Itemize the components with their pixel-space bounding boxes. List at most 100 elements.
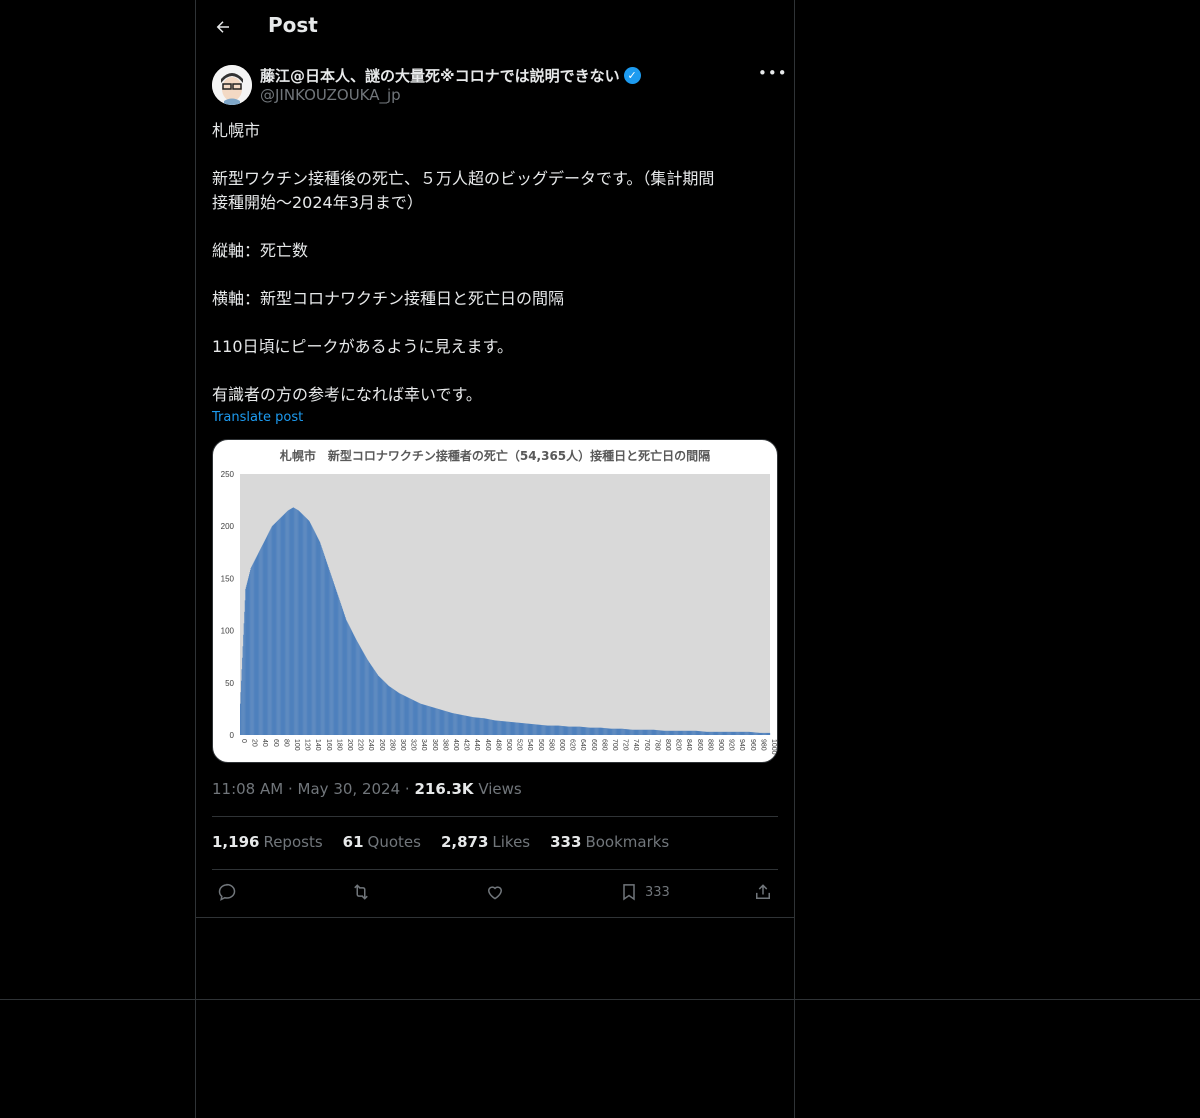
meta-divider [212,816,778,817]
x-tick-label: 340 [420,739,427,751]
more-options-icon[interactable]: ••• [758,64,788,82]
post-date[interactable]: May 30, 2024 [298,780,401,798]
x-tick-label: 500 [505,739,512,751]
views-label: Views [478,780,522,798]
x-tick-label: 140 [314,739,321,751]
stat-count: 2,873 [440,833,489,851]
post-bottom-divider [196,917,794,918]
x-tick-label: 960 [749,739,756,751]
bookmark-icon [623,884,635,901]
stat-label: Quotes [367,833,421,851]
x-tick-label: 840 [685,739,692,751]
x-tick-label: 160 [325,739,332,751]
meta-separator: · [404,780,410,798]
x-tick-label: 980 [759,739,766,751]
page-title: Post [268,13,318,37]
chart-image[interactable]: 0 50 100 150 200 250 0 20 40 60 80 100 120 140 160 180 2… [212,439,778,763]
page-divider [0,999,1200,1000]
like-icon[interactable] [485,882,505,902]
x-tick-label: 60 [272,739,279,747]
x-tick-label: 460 [484,739,491,751]
x-tick-label: 800 [664,739,671,751]
y-tick-label: 150 [221,574,235,583]
y-tick-label: 0 [230,731,235,740]
x-tick-label: 220 [357,739,364,751]
author-name[interactable]: 藤江@日本人、謎の大量死※コロナでは説明できない [260,65,620,86]
x-tick-label: 280 [388,739,395,751]
stat-count: 333 [550,833,582,851]
x-tick-label: 240 [367,739,374,751]
avatar[interactable] [212,65,252,105]
stat-label: Likes [492,833,531,851]
reply-icon[interactable] [217,882,237,902]
x-tick-label: 200 [346,739,353,751]
x-tick-label: 40 [261,739,268,747]
x-tick-label: 0 [240,739,247,743]
x-tick-label: 440 [473,739,480,751]
x-tick-label: 320 [410,739,417,751]
stat-label: Reposts [263,833,323,851]
x-tick-label: 760 [643,739,650,751]
tweet-text: 札幌市 新型ワクチン接種後の死亡、５万人超のビッグデータです。（集計期間 接種開… [212,119,778,407]
post-meta: 11:08 AM · May 30, 2024 · 216.3K Views [212,780,522,798]
bookmarks-stat[interactable]: 333 Bookmarks [550,833,669,851]
translate-post-link[interactable]: Translate post [212,410,303,425]
likes-stat[interactable]: 2,873 Likes [441,833,530,851]
stat-count: 1,196 [212,833,260,851]
reposts-stat[interactable]: 1,196 Reposts [212,833,323,851]
tweet-paragraph: 110日頃にピークがあるように見えます。 [212,337,513,356]
x-tick-label: 300 [399,739,406,751]
histogram-bar [769,732,771,735]
author-handle[interactable]: @JINKOUZOUKA_jp [260,86,401,104]
x-tick-label: 400 [452,739,459,751]
x-tick-label: 780 [653,739,660,751]
x-tick-label: 80 [282,739,289,747]
x-tick-label: 660 [590,739,597,751]
arrow-left-icon[interactable] [210,14,236,40]
chart-title: 札幌市 新型コロナワクチン接種者の死亡（54,365人）接種日と死亡日の間隔 [279,449,711,463]
author-name-row[interactable]: 藤江@日本人、謎の大量死※コロナでは説明できない ✓ [260,65,641,86]
right-column-border [794,0,795,1118]
tweet-paragraph: 新型ワクチン接種後の死亡、５万人超のビッグデータです。（集計期間 接種開始〜20… [212,169,715,212]
action-bar: 333 [212,880,778,908]
x-tick-label: 580 [547,739,554,751]
x-tick-label: 560 [537,739,544,751]
quotes-stat[interactable]: 61 Quotes [343,833,421,851]
y-tick-label: 50 [225,679,234,688]
x-tick-label: 900 [717,739,724,751]
meta-separator: · [287,780,293,798]
x-tick-label: 940 [738,739,745,751]
x-tick-label: 480 [494,739,501,751]
stat-count: 61 [342,833,364,851]
stat-label: Bookmarks [585,833,670,851]
x-tick-label: 100 [293,739,300,751]
views-count: 216.3K [414,780,474,798]
x-tick-label: 860 [696,739,703,751]
x-tick-label: 520 [516,739,523,751]
x-tick-label: 680 [600,739,607,751]
tweet-paragraph: 札幌市 [212,121,261,140]
bookmark-count: 333 [645,884,670,900]
bookmark-button[interactable]: 333 [619,882,670,902]
verified-badge-icon[interactable]: ✓ [623,67,641,84]
y-tick-label: 100 [221,627,235,636]
stats-divider [212,869,778,870]
post-header: Post [196,0,794,54]
share-icon[interactable] [753,882,773,902]
x-tick-label: 880 [706,739,713,751]
x-tick-label: 120 [304,739,311,751]
x-tick-label: 720 [622,739,629,751]
x-tick-label: 1000 [770,739,777,755]
x-tick-label: 700 [611,739,618,751]
x-tick-label: 920 [728,739,735,751]
x-tick-label: 180 [335,739,342,751]
left-column-border [195,0,196,1118]
x-tick-label: 420 [463,739,470,751]
histogram-chart: 0 50 100 150 200 250 0 20 40 60 80 100 120 140 160 180 2… [221,470,777,755]
y-tick-label: 250 [221,470,235,479]
x-tick-label: 380 [441,739,448,751]
x-tick-label: 540 [526,739,533,751]
tweet-paragraph: 横軸：新型コロナワクチン接種日と死亡日の間隔 [212,289,565,308]
repost-icon[interactable] [351,882,371,902]
post-time[interactable]: 11:08 AM [212,780,283,798]
